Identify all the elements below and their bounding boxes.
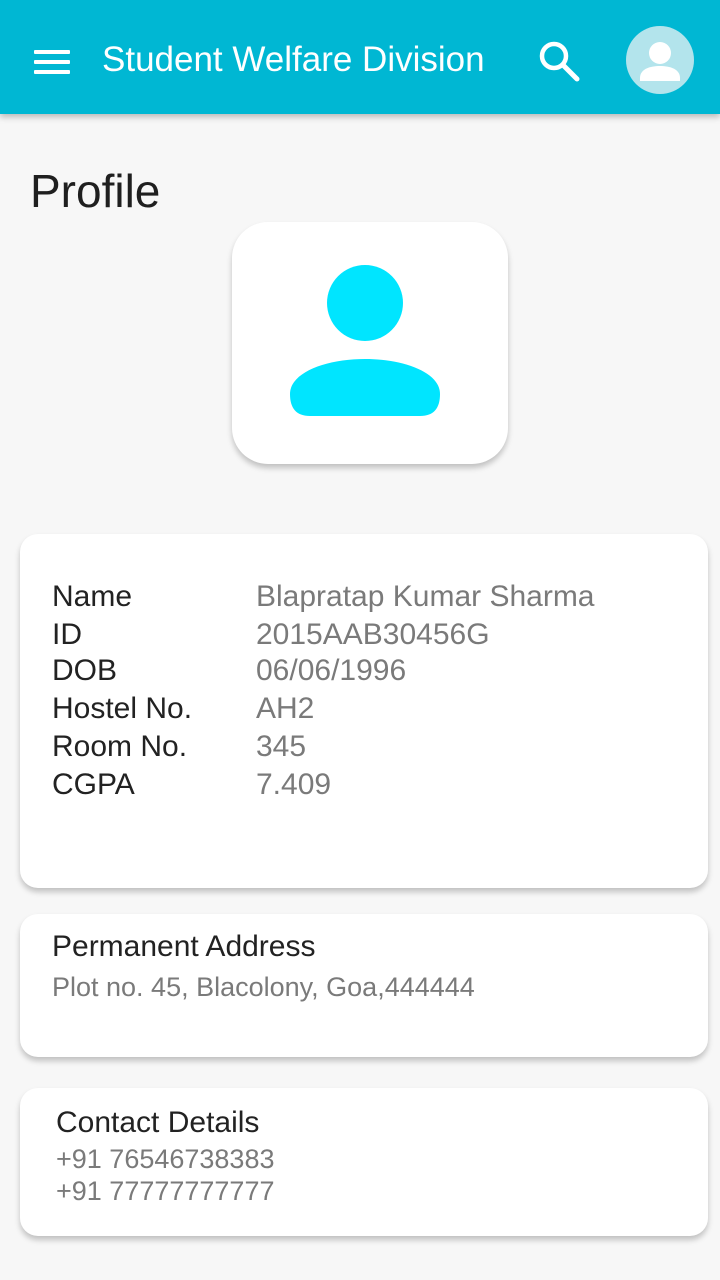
info-label: DOB [52, 654, 118, 687]
app-title: Student Welfare Division [102, 40, 485, 79]
info-label: Room No. [52, 730, 188, 763]
contact-card: Contact Details +91 76546738383 +91 7777… [20, 1088, 708, 1236]
menu-bar [34, 70, 70, 74]
info-label: Name [52, 580, 133, 613]
phone-number[interactable]: +91 77777777777 [56, 1176, 274, 1207]
page-title: Profile [30, 165, 161, 217]
student-info-card: Name Blapratap Kumar Sharma ID 2015AAB30… [20, 534, 708, 888]
search-icon[interactable] [534, 36, 584, 86]
person-placeholder-icon [290, 265, 440, 416]
menu-bar [34, 50, 70, 54]
info-value: 2015AAB30456G [256, 618, 490, 651]
info-value: 7.409 [256, 768, 332, 801]
address-card: Permanent Address Plot no. 45, Blacolony… [20, 914, 708, 1057]
contact-title: Contact Details [56, 1106, 260, 1139]
account-avatar-icon[interactable] [626, 26, 694, 94]
menu-bar [34, 60, 70, 64]
info-label: ID [52, 618, 82, 651]
address-title: Permanent Address [52, 930, 316, 963]
info-value: Blapratap Kumar Sharma [256, 580, 595, 613]
info-value: 345 [256, 730, 307, 763]
info-label: Hostel No. [52, 692, 193, 725]
app-bar: Student Welfare Division [0, 0, 720, 114]
info-label: CGPA [52, 768, 135, 801]
info-value: AH2 [256, 692, 315, 725]
info-value: 06/06/1996 [256, 654, 407, 687]
profile-photo[interactable] [232, 222, 508, 464]
phone-number[interactable]: +91 76546738383 [56, 1144, 274, 1175]
address-text: Plot no. 45, Blacolony, Goa,444444 [52, 972, 475, 1002]
hamburger-menu-icon[interactable] [30, 42, 74, 82]
